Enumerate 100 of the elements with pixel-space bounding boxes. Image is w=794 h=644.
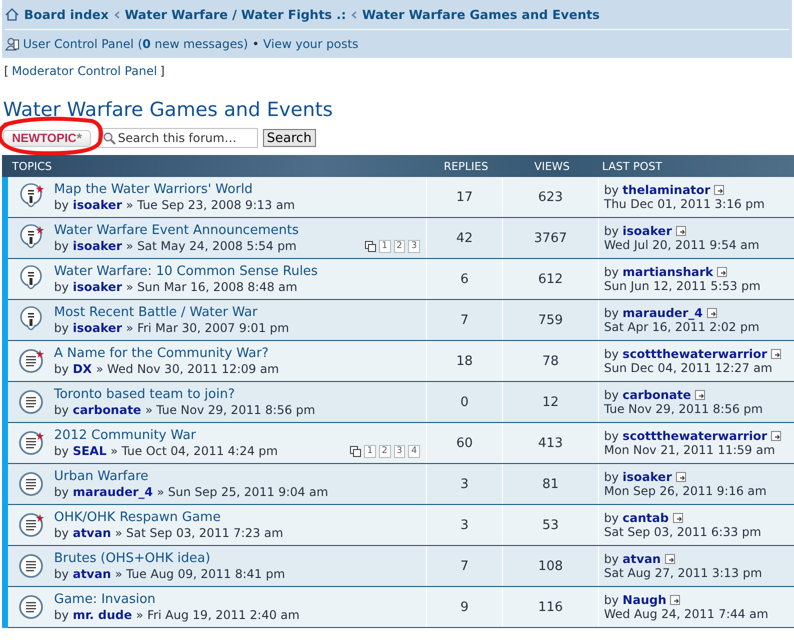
pages-icon — [350, 446, 362, 457]
last-post-author: by carbonate — [604, 388, 692, 402]
last-post-date: Mon Sep 26, 2011 9:16 am — [604, 484, 768, 498]
column-header: LAST POST — [601, 160, 664, 172]
last-post-author: by scottthewaterwarrior — [604, 347, 768, 361]
page-link[interactable]: 1 — [364, 445, 376, 458]
topic-title-link[interactable]: Brutes (OHS+OHK idea) — [54, 551, 286, 566]
column-header: REPLIES — [442, 160, 490, 172]
view-post-icon[interactable] — [717, 266, 728, 278]
replies-count: 3 — [426, 464, 502, 504]
page-link[interactable]: 2 — [378, 445, 391, 458]
last-post-date: Sat Sep 03, 2011 6:33 pm — [604, 525, 762, 539]
views-count: 3767 — [502, 218, 598, 258]
topic-byline: by isoaker » Sat May 24, 2008 5:54 pm — [54, 239, 298, 253]
view-post-icon[interactable] — [672, 512, 684, 524]
views-count: 53 — [502, 505, 598, 545]
bracket: [ — [4, 64, 9, 78]
last-post-date: Thu Dec 01, 2011 3:16 pm — [604, 197, 766, 211]
view-post-icon[interactable] — [670, 594, 682, 606]
view-post-icon[interactable] — [695, 390, 706, 400]
topic-title-link[interactable]: Water Warfare: 10 Common Sense Rules — [54, 264, 318, 279]
topic-title-link[interactable]: Map the Water Warriors' World — [54, 182, 295, 197]
topic-byline: by DX » Wed Nov 30, 2011 12:09 am — [54, 362, 279, 376]
replies-count: 9 — [426, 587, 502, 627]
replies-count: 17 — [426, 177, 502, 217]
replies-count: 3 — [426, 505, 502, 545]
breadcrumb-link[interactable]: Water Warfare Games and Events — [362, 7, 600, 22]
replies-count: 0 — [426, 382, 502, 422]
new-messages-link[interactable]: (0 new messages) — [138, 37, 248, 51]
page-link[interactable]: 3 — [394, 445, 406, 458]
topic-title-link[interactable]: A Name for the Community War? — [54, 346, 279, 361]
topic-title-link[interactable]: Most Recent Battle / Water War — [54, 305, 290, 320]
topic-title-link[interactable]: Toronto based team to join? — [54, 387, 316, 402]
topic-title-link[interactable]: OHK/OHK Respawn Game — [54, 510, 284, 525]
views-count: 78 — [502, 341, 598, 381]
search-button[interactable]: Search — [262, 129, 316, 147]
topic-title-link[interactable]: Water Warfare Event Announcements — [54, 223, 299, 238]
views-count: 759 — [502, 300, 598, 340]
page-link[interactable]: 3 — [408, 240, 420, 253]
pages-icon — [364, 241, 376, 252]
column-header: VIEWS — [533, 160, 571, 172]
moderator-panel-link[interactable]: Moderator Control Panel — [12, 64, 158, 78]
topic-byline: by isoaker » Sun Mar 16, 2008 8:48 am — [54, 280, 298, 294]
topic-title-link[interactable]: Game: Invasion — [54, 592, 300, 607]
topic-title-link[interactable]: Urban Warfare — [54, 469, 328, 484]
last-post-author: by cantab — [604, 511, 669, 525]
page-link[interactable]: 2 — [394, 240, 406, 253]
user-control-panel-link[interactable]: User Control Panel — [23, 37, 134, 51]
view-posts-link[interactable]: View your posts — [263, 37, 358, 51]
view-post-icon[interactable] — [706, 308, 718, 318]
topic-byline: by carbonate » Tue Nov 29, 2011 8:56 pm — [54, 403, 316, 417]
topic-title-link[interactable]: 2012 Community War — [54, 428, 278, 443]
replies-count: 7 — [426, 546, 502, 586]
views-count: 81 — [502, 464, 598, 504]
view-post-icon[interactable] — [664, 554, 676, 564]
last-post-date: Wed Aug 24, 2011 7:44 am — [604, 607, 770, 621]
last-post-author: by isoaker — [604, 470, 672, 484]
bullet: • — [252, 37, 260, 51]
page-link[interactable]: 1 — [378, 240, 391, 253]
last-post-author: by martianshark — [604, 265, 714, 279]
last-post-date: Sun Dec 04, 2011 12:27 am — [604, 361, 774, 375]
topic-byline: by isoaker » Tue Sep 23, 2008 9:13 am — [54, 198, 295, 212]
replies-count: 60 — [426, 423, 502, 463]
breadcrumb-link[interactable]: Water Warfare / Water Fights .: — [124, 7, 346, 22]
page-link[interactable]: 4 — [408, 445, 420, 458]
view-post-icon[interactable] — [676, 226, 687, 236]
last-post-date: Wed Jul 20, 2011 9:54 am — [604, 238, 760, 252]
chevron-icon — [351, 10, 358, 18]
last-post-author: by scottthewaterwarrior — [604, 429, 768, 443]
bracket: ] — [160, 64, 165, 78]
last-post-author: by isoaker — [604, 224, 672, 238]
last-post-author: by marauder_4 — [604, 306, 703, 320]
last-post-author: by thelaminator — [604, 183, 710, 197]
last-post-author: by Naugh — [604, 593, 666, 607]
chevron-icon — [114, 10, 120, 18]
views-count: 612 — [502, 259, 598, 299]
views-count: 116 — [502, 587, 598, 627]
last-post-date: Mon Nov 21, 2011 11:59 am — [604, 443, 776, 457]
view-post-icon[interactable] — [771, 348, 782, 360]
views-count: 12 — [502, 382, 598, 422]
forum-title: Water Warfare Games and Events — [3, 98, 334, 121]
last-post-date: Sat Aug 27, 2011 3:13 pm — [604, 566, 764, 580]
topic-byline: by SEAL » Tue Oct 04, 2011 4:24 pm — [54, 444, 278, 458]
home-icon — [5, 8, 19, 21]
new-topic-button[interactable]: NEWTOPIC* — [3, 130, 91, 146]
breadcrumb-link[interactable]: Board index — [24, 7, 109, 22]
view-post-icon[interactable] — [676, 472, 687, 482]
last-post-author: by atvan — [604, 552, 661, 566]
topic-byline: by mr. dude » Fri Aug 19, 2011 2:40 am — [54, 608, 300, 622]
view-post-icon[interactable] — [771, 430, 782, 442]
search-field[interactable]: Search this forum… — [98, 128, 258, 148]
views-count: 413 — [502, 423, 598, 463]
last-post-date: Tue Nov 29, 2011 8:56 pm — [604, 402, 764, 416]
topic-byline: by isoaker » Fri Mar 30, 2007 9:01 pm — [54, 321, 290, 335]
replies-count: 7 — [426, 300, 502, 340]
last-post-date: Sat Apr 16, 2011 2:02 pm — [604, 320, 760, 334]
search-icon — [102, 132, 116, 144]
user-icon — [5, 37, 19, 51]
replies-count: 42 — [426, 218, 502, 258]
view-post-icon[interactable] — [714, 184, 726, 196]
